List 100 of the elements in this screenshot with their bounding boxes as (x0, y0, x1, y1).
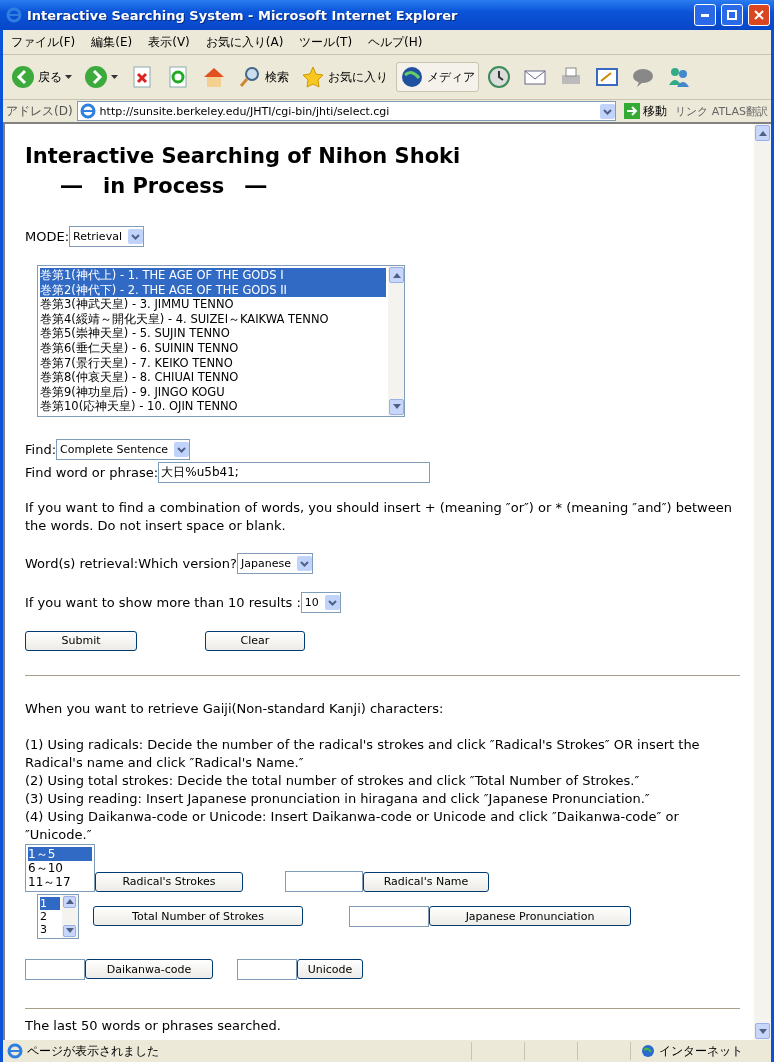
menu-item[interactable]: ツール(T) (291, 33, 361, 51)
stroke-number-listbox[interactable]: 1 2 3 (37, 893, 79, 939)
menu-item[interactable]: 表示(V) (140, 33, 198, 51)
scroll-up-button[interactable] (389, 267, 404, 283)
phrase-input[interactable]: 大日%u5b41; (158, 461, 431, 483)
scroll-up-button[interactable] (755, 125, 770, 141)
instruction-text: (3) Using reading: Insert Japanese pronunciation in hiragana and click ″Japanese Pronunciation.″ (25, 789, 651, 808)
stroke-option[interactable]: 3 (40, 922, 60, 936)
chapter-option[interactable]: 巻第3(神武天皇) - 3. JIMMU TENNO (40, 297, 386, 312)
zone-text: インターネット (659, 1042, 743, 1060)
page-subtitle: ― in Process ― (60, 173, 268, 200)
radical-strokes-button[interactable]: Radical's Strokes (95, 871, 243, 892)
clear-button[interactable]: Clear (205, 630, 305, 651)
menu-item[interactable]: お気に入り(A) (197, 33, 292, 51)
ie-logo-icon (6, 7, 22, 23)
chapter-option[interactable]: 巻第9(神功皇后) - 9. JINGO KOGU (40, 384, 386, 400)
address-field[interactable]: http://sunsite.berkeley.edu/JHTI/cgi-bin/jhti/select.cgi (76, 101, 616, 121)
hint-text: If you want to find a combination of words, you should insert + (meaning ″or″) or * (meaning ″and″) between the words. Do not insert space or blank. (25, 498, 733, 535)
chapter-option[interactable]: 巻第6(垂仁天皇) - 6. SUININ TENNO (40, 340, 386, 356)
pronunciation-input[interactable] (349, 905, 429, 927)
version-label: Word(s) retrieval:Which version? (25, 555, 237, 571)
people-icon (667, 65, 691, 89)
up-arrow-icon (392, 272, 401, 278)
refresh-icon (166, 65, 190, 89)
daikanwa-button[interactable]: Daikanwa-code (85, 959, 213, 980)
scroll-down-button[interactable] (755, 1023, 770, 1039)
go-button[interactable]: 移動 (619, 99, 671, 123)
toolbar-button[interactable]: 戻る (7, 62, 76, 92)
radical-name-input[interactable] (285, 870, 363, 892)
results-select[interactable]: 10 (300, 591, 341, 613)
maximize-icon (727, 10, 737, 20)
globe-icon (400, 65, 424, 89)
stroke-option[interactable]: 2 (40, 909, 60, 923)
up-arrow-icon (758, 130, 767, 136)
scroll-up-button[interactable] (63, 895, 76, 908)
search-icon (238, 65, 262, 89)
daikanwa-input[interactable] (25, 958, 85, 980)
phrase-label: Find word or phrase: (25, 464, 159, 480)
dropdown-arrow-icon[interactable] (65, 74, 72, 80)
menu-item[interactable]: ヘルプ(H) (360, 33, 431, 51)
chapter-option[interactable]: 巻第1(神代上) - 1. THE AGE OF THE GODS I (40, 268, 386, 283)
links-label[interactable]: リンク (674, 103, 708, 119)
edit-page-icon (595, 65, 619, 89)
scroll-down-button[interactable] (63, 924, 76, 937)
close-button[interactable] (748, 4, 770, 26)
star-icon (301, 65, 325, 89)
address-label: アドレス(D) (6, 102, 73, 120)
stroke-option[interactable]: 1 (40, 896, 60, 910)
ie-logo-icon (7, 1043, 23, 1059)
down-arrow-icon (65, 928, 74, 934)
go-arrow-icon (623, 103, 640, 119)
stop-icon (130, 65, 154, 89)
range-option[interactable]: 6～10 (28, 860, 92, 875)
toolbar-button[interactable]: お気に入り (297, 62, 392, 92)
close-icon (754, 10, 764, 20)
minimize-button[interactable] (694, 4, 716, 26)
page-title: Interactive Searching of Nihon Shoki (25, 144, 462, 168)
chapter-option[interactable]: 巻第4(綏靖～開化天皇) - 4. SUIZEI～KAIKWA TENNO (40, 311, 386, 327)
ie-logo-icon (79, 103, 96, 119)
chapter-option[interactable]: 巻第10(応神天皇) - 10. OJIN TENNO (40, 399, 386, 414)
range-option[interactable]: 11～17 (28, 874, 92, 889)
version-select[interactable]: Japanese (236, 552, 313, 574)
instruction-text: (1) Using radicals: Decide the number of the radical's strokes and click ″Radical's Strokes″ OR insert the Radical's name and click ″Radical's Name.″ (25, 735, 701, 772)
chapter-option[interactable]: 巻第7(景行天皇) - 7. KEIKO TENNO (40, 355, 386, 371)
mode-label: MODE: (25, 229, 70, 244)
radical-name-button[interactable]: Radical's Name (363, 871, 489, 892)
globe-icon (641, 1044, 655, 1058)
up-arrow-icon (65, 899, 74, 905)
history-clock-icon (487, 65, 511, 89)
find-select[interactable]: Complete Sentence (56, 438, 191, 460)
instruction-text: (2) Using total strokes: Decide the total number of strokes and click ″Total Number of Strokes.″ (25, 771, 641, 790)
chapter-option[interactable]: 巻第5(崇神天皇) - 5. SUJIN TENNO (40, 326, 386, 341)
menu-item[interactable]: ファイル(F) (3, 33, 84, 51)
dropdown-arrow-icon[interactable] (111, 74, 118, 80)
toolbar-button[interactable]: メディア (396, 62, 479, 92)
down-arrow-icon (392, 404, 401, 410)
unicode-input[interactable] (237, 958, 297, 980)
last-searched-text: The last 50 words or phrases searched. (25, 1016, 282, 1035)
toolbar-link[interactable]: ATLAS翻訳 (711, 103, 768, 119)
toolbar-button[interactable]: 検索 (234, 62, 293, 92)
submit-button[interactable]: Submit (25, 630, 137, 651)
range-option[interactable]: 1～5 (28, 846, 92, 861)
window-title: Interactive Searching System - Microsoft Internet Explorer (27, 7, 459, 23)
results-label: If you want to show more than 10 results : (25, 594, 301, 610)
instruction-text: (4) Using Daikanwa-code or Unicode: Insert Daikanwa-code or Unicode and click ″Daikanwa-code″ or ″Unicode.″ (25, 807, 680, 844)
scroll-down-button[interactable] (389, 398, 404, 415)
status-text: ページが表示されました (27, 1042, 160, 1060)
find-label: Find: (25, 441, 56, 457)
mode-select[interactable]: Retrieval (69, 226, 144, 247)
down-arrow-icon (758, 1028, 767, 1034)
home-icon (202, 65, 226, 89)
menu-item[interactable]: 編集(E) (83, 33, 141, 51)
chapter-option[interactable]: 巻第8(仲哀天皇) - 8. CHIUAI TENNO (40, 370, 386, 385)
radical-range-listbox[interactable]: 1～5 6～10 11～17 (25, 843, 95, 892)
total-strokes-button[interactable]: Total Number of Strokes (93, 906, 303, 927)
minimize-icon (701, 13, 709, 17)
pronunciation-button[interactable]: Japanese Pronunciation (429, 906, 631, 927)
chapter-listbox[interactable] (37, 265, 405, 417)
maximize-button[interactable] (721, 4, 743, 26)
unicode-button[interactable]: Unicode (297, 959, 363, 980)
